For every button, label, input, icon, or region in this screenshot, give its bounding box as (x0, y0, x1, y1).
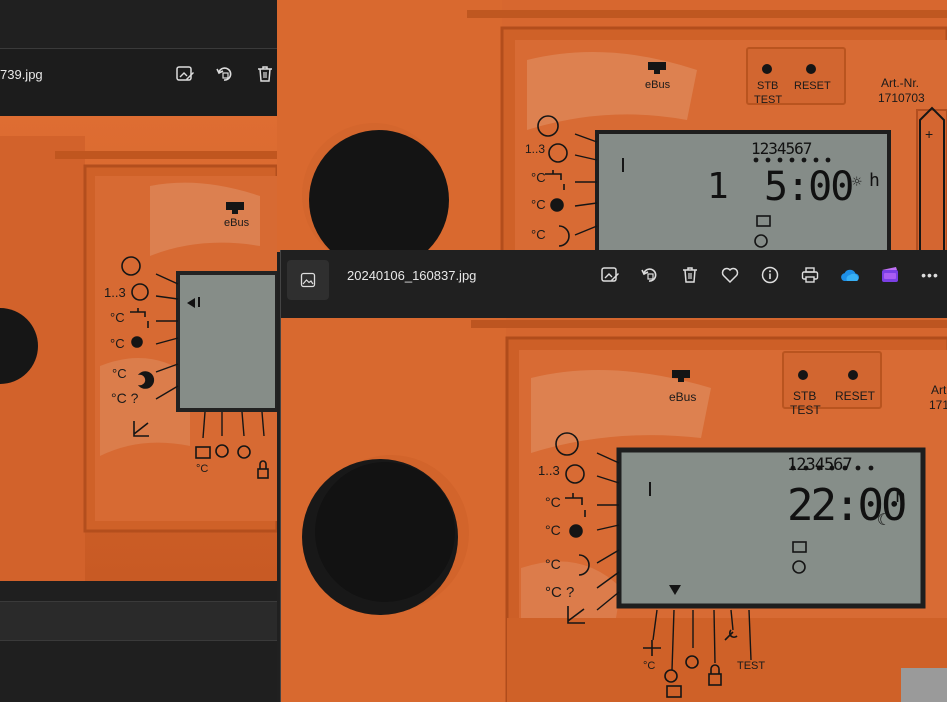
front-artnr-value: 171 (929, 398, 947, 412)
left-filmstrip (0, 601, 277, 641)
front-toolbar: 20240106_160837.jpg ••• (281, 250, 947, 318)
front-label-celsius-water: °C (545, 494, 561, 510)
front-label-celsius-night: °C (545, 556, 561, 572)
onedrive-icon[interactable] (837, 262, 863, 288)
left-label-celsius-night: °C (112, 366, 127, 381)
back-stb-label: STB (757, 80, 779, 92)
rotate-icon[interactable] (637, 262, 663, 288)
back-artnr-label: Art.-Nr. (881, 76, 919, 90)
left-label-celsius-query: °C ? (111, 390, 139, 406)
front-lcd-moon-icon: ☾ (877, 510, 887, 529)
front-label-range: 1..3 (538, 463, 560, 478)
left-toolbar: 739.jpg (0, 48, 277, 116)
rotate-icon[interactable] (212, 61, 238, 87)
edit-image-icon[interactable] (597, 262, 623, 288)
front-label-celsius-query: °C ? (545, 584, 575, 601)
back-lcd-sun-icon: ☼ (852, 172, 862, 191)
edit-image-icon[interactable] (172, 61, 198, 87)
back-artnr-value: 1710703 (878, 91, 925, 105)
back-lcd-days: 1234567 (751, 139, 812, 158)
front-artnr-label: Art (931, 383, 947, 397)
back-test-label: TEST (754, 94, 783, 106)
delete-icon[interactable] (677, 262, 703, 288)
left-bottom-area (0, 581, 277, 702)
left-photo: eBus 1..3 °C °C °C °C ? °C (0, 116, 277, 581)
front-lcd-time: 22:00 (787, 480, 907, 531)
delete-icon[interactable] (252, 61, 277, 87)
back-photo-window: eBus STB TEST RESET Art.-Nr. 1710703 + 1… (277, 0, 947, 252)
left-label-celsius-day: °C (110, 336, 125, 351)
left-label-celsius-water: °C (110, 310, 125, 325)
back-label-range: 1..3 (525, 142, 546, 156)
front-bottom-test: TEST (737, 660, 766, 672)
back-reset-label: RESET (794, 80, 831, 92)
front-photo-window: 20240106_160837.jpg ••• eBus STB TEST RE… (280, 250, 947, 702)
left-photo-window: 739.jpg eBus 1..3 °C °C °C °C ? °C (0, 0, 277, 702)
favorite-icon[interactable] (717, 262, 743, 288)
left-filename: 739.jpg (0, 67, 43, 82)
back-ebus-label: eBus (645, 79, 671, 91)
left-title-bar (0, 0, 277, 48)
info-icon[interactable] (757, 262, 783, 288)
front-lcd-unit: h (895, 486, 906, 507)
front-test-label: TEST (790, 403, 821, 417)
image-icon (300, 272, 316, 288)
back-lcd-time: 5:00 (764, 164, 854, 210)
left-bottom-celsius: °C (196, 463, 209, 475)
front-reset-label: RESET (835, 389, 876, 403)
clipchamp-icon[interactable] (877, 262, 903, 288)
front-bottom-celsius: °C (643, 660, 656, 672)
front-stb-label: STB (793, 389, 817, 403)
print-icon[interactable] (797, 262, 823, 288)
back-label-celsius-day: °C (531, 197, 546, 212)
front-lcd-days: 1234567 (787, 455, 853, 475)
front-label-celsius-day: °C (545, 522, 561, 538)
left-ebus-label: eBus (224, 217, 250, 229)
back-plus-label: + (925, 126, 934, 142)
front-filename: 20240106_160837.jpg (347, 268, 477, 283)
back-label-celsius-night: °C (531, 227, 546, 242)
back-label-celsius-water: °C (531, 170, 546, 185)
back-lcd-unit: h (869, 170, 880, 191)
more-options-icon[interactable]: ••• (917, 262, 943, 288)
back-lcd-day: 1 (707, 166, 729, 207)
left-label-range: 1..3 (104, 285, 126, 300)
front-photo: eBus STB TEST RESET Art 171 1234567 22:0… (281, 318, 947, 702)
front-ebus-label: eBus (669, 390, 697, 404)
gallery-thumbnail-button[interactable] (287, 260, 329, 300)
